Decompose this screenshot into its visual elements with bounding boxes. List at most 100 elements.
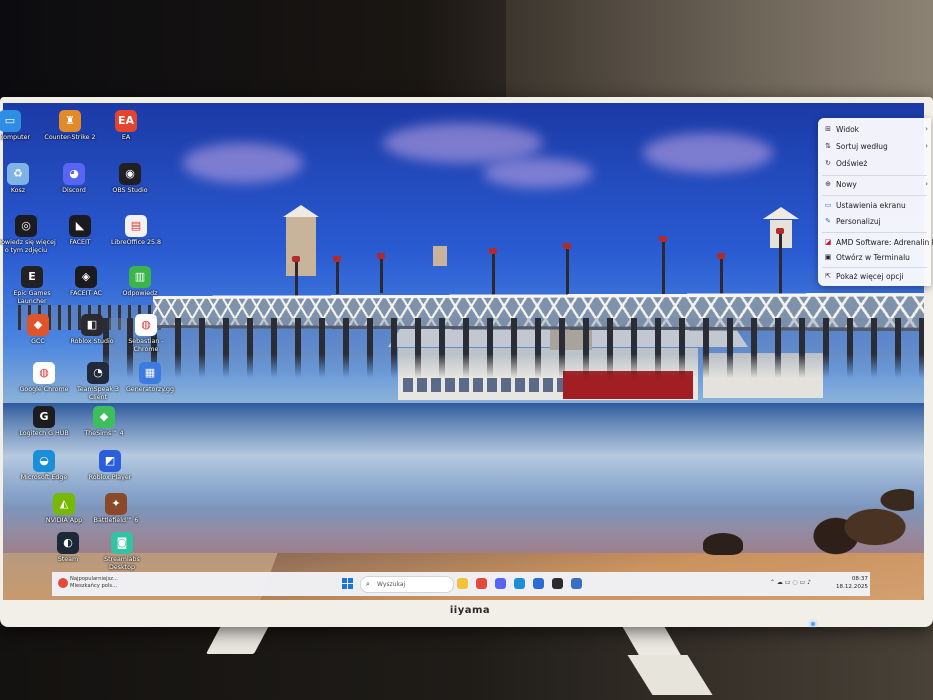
desktop-icon[interactable]: ◧ Roblox Studio	[62, 314, 122, 346]
desktop-icon[interactable]: ◩ Roblox Player	[80, 450, 140, 482]
wallpaper-tower	[286, 216, 316, 276]
desktop-icon[interactable]: ♜ Counter-Strike 2	[40, 110, 100, 142]
wallpaper-tower	[433, 246, 447, 266]
desktop-icon[interactable]: ◈ FACEIT AC	[56, 266, 116, 298]
wallpaper-lamp	[377, 253, 385, 293]
desktop-icon[interactable]: ◭ NVIDIA App	[34, 493, 94, 525]
desktop-icon[interactable]: ▭ en komputer	[0, 110, 40, 142]
chrome-icon: ◍	[135, 314, 157, 336]
desktop-icon[interactable]: EA EA	[96, 110, 156, 142]
wallpaper-tower-roof	[763, 207, 799, 219]
menu-item-label: Personalizuj	[836, 217, 881, 226]
search-placeholder: Wyszukaj	[377, 581, 406, 588]
desktop-icon[interactable]: ◍ Google Chrome	[14, 362, 74, 394]
menu-item-label: Ustawienia ekranu	[836, 201, 906, 210]
display-settings-icon: ▭	[824, 201, 832, 209]
brush-icon: ✎	[825, 217, 831, 225]
desktop-icon[interactable]: ◉ OBS Studio	[100, 163, 160, 195]
desktop-icon-label: Logitech G HUB	[19, 430, 69, 437]
desktop-icon[interactable]: ✦ Battlefield™ 6	[86, 493, 146, 525]
wallpaper-cloud	[483, 158, 593, 188]
menu-item-widok[interactable]: ⊞ Widok ›	[818, 122, 931, 137]
taskbar-app-teamspeak[interactable]	[571, 578, 582, 589]
taskbar-app-store[interactable]	[533, 578, 544, 589]
computer-icon: ▭	[0, 110, 21, 132]
gcc-icon: ◆	[27, 314, 49, 336]
menu-item-label: Widok	[836, 125, 860, 134]
chrome-icon: ◍	[33, 362, 55, 384]
desktop-icon[interactable]: ◆ GCC	[8, 314, 68, 346]
desktop-icon-label: Generatorzy.gg	[125, 386, 175, 393]
libreoffice-icon: ▤	[125, 215, 147, 237]
desktop-icon[interactable]: G Logitech G HUB	[14, 406, 74, 438]
faceit-ac-icon: ◈	[75, 266, 97, 288]
desktop-icon[interactable]: E Epic Games Launcher	[2, 266, 62, 306]
teamspeak-icon: ◔	[87, 362, 109, 384]
menu-item-terminal[interactable]: ▣ Otwórz w Terminalu	[818, 250, 931, 265]
wallpaper-cloud	[183, 143, 303, 183]
system-tray[interactable]: ⌃ ☁ ▭ ◌ ▭ ♪	[770, 579, 811, 586]
desktop-icon[interactable]: ◒ Microsoft Edge	[14, 450, 74, 482]
desktop-icon[interactable]: ◍ Sebastian - Chrome	[116, 314, 176, 354]
desktop-icon[interactable]: ◔ TeamSpeak 3 Client	[68, 362, 128, 402]
wallpaper-lamp	[563, 243, 571, 295]
search-box[interactable]: ⌕ Wyszukaj	[360, 576, 454, 593]
wallpaper-cloud	[383, 123, 543, 163]
desktop-icon[interactable]: ◙ Streamlabs Desktop	[92, 532, 152, 572]
desktop-icon-label: en komputer	[0, 134, 31, 141]
desktop-icon[interactable]: ♻ Kosz	[0, 163, 48, 195]
taskbar-app-discord[interactable]	[495, 578, 506, 589]
menu-item-ustawienia-ekranu[interactable]: ▭ Ustawienia ekranu	[818, 198, 931, 213]
menu-item-nowy[interactable]: ⊕ Nowy ›	[818, 177, 931, 192]
desktop-icon-label: Kosz	[10, 187, 26, 194]
wallpaper-lamp	[333, 256, 341, 294]
menu-item-label: AMD Software: Adrenalin Edition	[836, 238, 933, 247]
menu-item-label: Otwórz w Terminalu	[836, 253, 910, 262]
menu-item-more-options[interactable]: ⇱ Pokaż więcej opcji	[818, 269, 931, 284]
desktop-icon[interactable]: ◐ Steam	[38, 532, 98, 564]
menu-item-personalizuj[interactable]: ✎ Personalizuj	[818, 214, 931, 229]
desktop-icon[interactable]: ▦ Generatorzy.gg	[120, 362, 180, 394]
ea-icon: EA	[115, 110, 137, 132]
desktop-icon-label: Roblox Studio	[70, 338, 114, 345]
chevron-right-icon: ›	[925, 125, 928, 133]
faceit-icon: ◣	[69, 215, 91, 237]
taskbar-app-obs[interactable]	[552, 578, 563, 589]
start-button[interactable]	[342, 578, 353, 589]
steam-icon: ◐	[57, 532, 79, 554]
desktop-icon-label: Sebastian - Chrome	[128, 338, 164, 353]
clock[interactable]: 08:37 18.12.2025	[832, 575, 868, 591]
search-icon: ⌕	[366, 580, 370, 588]
new-icon: ⊕	[825, 180, 831, 188]
wallpaper-lamp	[489, 248, 497, 295]
desktop-icon-label: Microsoft Edge	[20, 474, 68, 481]
document-icon: ▦	[139, 362, 161, 384]
desktop-icon[interactable]: ◣ FACEIT	[50, 215, 110, 247]
desktop-icon-label: Streamlabs Desktop	[104, 556, 140, 571]
news-widget[interactable]: Najpopularniejsz... Mieszkańcy pols...	[58, 575, 148, 593]
taskbar-app-chrome[interactable]	[476, 578, 487, 589]
desktop-icon[interactable]: ◆ TheSims™ 4	[74, 406, 134, 438]
desktop-icon-label: Roblox Player	[88, 474, 132, 481]
desktop-icon-label: Epic Games Launcher	[13, 290, 51, 305]
menu-separator	[822, 232, 927, 233]
desktop-icon-label: FACEIT	[69, 239, 91, 246]
desktop-icon[interactable]: ▥ Odpowiedz	[110, 266, 170, 298]
desktop-icon-label: LibreOffice 25.8	[111, 239, 161, 246]
desktop-icon-label: Steam	[57, 556, 79, 563]
desktop-icon-label: Odpowiedz	[122, 290, 158, 297]
wallpaper-cloud	[643, 133, 773, 173]
news-text: Najpopularniejsz... Mieszkańcy pols...	[70, 576, 118, 589]
menu-item-odswiez[interactable]: ↻ Odśwież	[818, 156, 931, 171]
taskbar-app-edge[interactable]	[514, 578, 525, 589]
menu-item-amd-software[interactable]: ◪ AMD Software: Adrenalin Edition	[818, 235, 933, 250]
wallpaper-lamp	[292, 256, 300, 296]
menu-item-sortuj[interactable]: ⇅ Sortuj według ›	[818, 139, 931, 154]
counter-strike-icon: ♜	[59, 110, 81, 132]
taskbar-app-file-explorer[interactable]	[457, 578, 468, 589]
streamlabs-icon: ◙	[111, 532, 133, 554]
desktop-icon[interactable]: ▤ LibreOffice 25.8	[106, 215, 166, 247]
desktop-icon[interactable]: ◕ Discord	[44, 163, 104, 195]
desktop-icon[interactable]: ◎ Dowiedz się więcej o tym zdjęciu	[0, 215, 56, 255]
desktop-icon-label: EA	[121, 134, 131, 141]
